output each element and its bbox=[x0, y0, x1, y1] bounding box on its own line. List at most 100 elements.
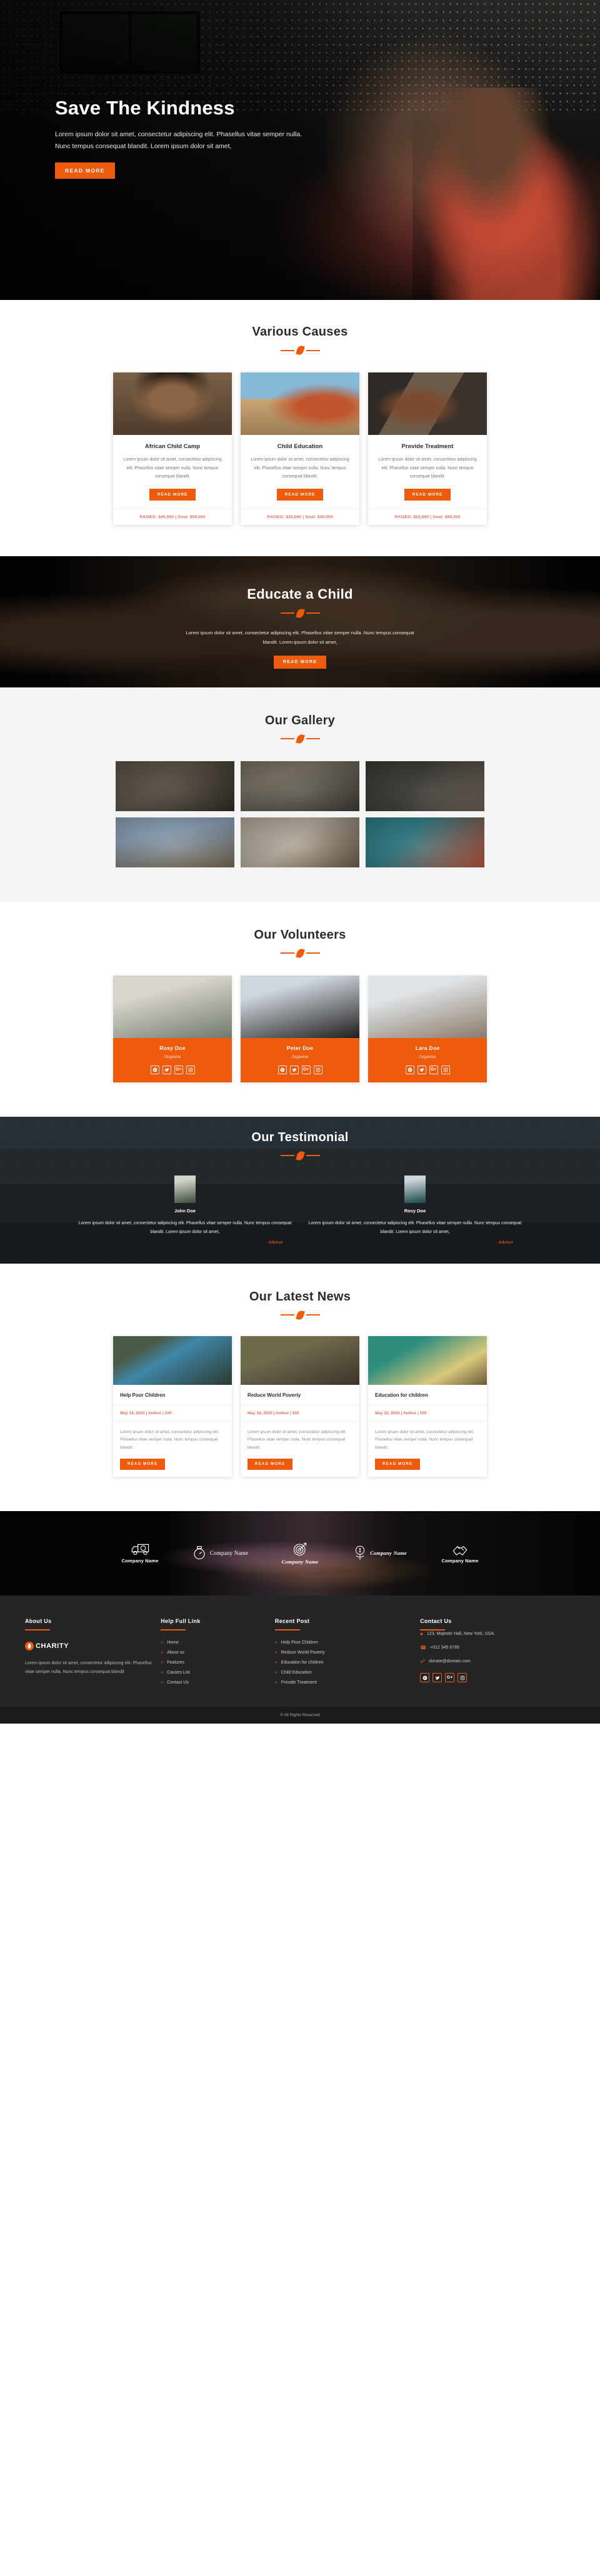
facebook-icon[interactable] bbox=[150, 1065, 159, 1074]
gallery-image[interactable] bbox=[241, 761, 359, 811]
brands-list: Company Name Company Name Company Name C… bbox=[0, 1511, 600, 1595]
footer-email[interactable]: ☍ donate@domain.com bbox=[420, 1658, 575, 1666]
volunteer-card[interactable]: Lara Doe Organise G+ bbox=[368, 975, 487, 1082]
footer-post-reduce-world-poverty[interactable]: » Reduce World Poverty bbox=[275, 1650, 411, 1655]
brand-logo[interactable]: Company Name bbox=[422, 1542, 498, 1564]
instagram-icon[interactable] bbox=[441, 1065, 450, 1074]
gallery-grid bbox=[0, 761, 600, 867]
cause-read-more-button[interactable]: READ MORE bbox=[276, 488, 324, 501]
cause-card[interactable]: African Child Camp Lorem ipsum dolor sit… bbox=[113, 372, 232, 525]
testimonial-title: Our Testimonial bbox=[251, 1130, 349, 1144]
brand-logo[interactable]: Company Name bbox=[262, 1542, 338, 1565]
twitter-icon[interactable] bbox=[289, 1065, 299, 1074]
cause-card[interactable]: Provide Treatment Lorem ipsum dolor sit … bbox=[368, 372, 487, 525]
divider-bar-left bbox=[280, 952, 294, 954]
volunteer-card[interactable]: Rosy Doe Organise G+ bbox=[113, 975, 232, 1082]
leaf-icon bbox=[295, 607, 305, 619]
footer-link-features[interactable]: » Features bbox=[161, 1660, 266, 1665]
cause-read-more-button[interactable]: READ MORE bbox=[149, 488, 196, 501]
instagram-icon[interactable] bbox=[313, 1065, 322, 1074]
google-plus-icon[interactable]: G+ bbox=[429, 1065, 438, 1074]
testimonial-text: Lorem ipsum dolor sit amet, consectetur … bbox=[308, 1221, 522, 1234]
footer-post-education-for-children[interactable]: » Education for children bbox=[275, 1660, 411, 1665]
leaf-icon bbox=[295, 947, 305, 959]
news-card[interactable]: Education for children May 22, 2020 | Au… bbox=[368, 1335, 487, 1477]
footer-link-causes-list[interactable]: » Causes List bbox=[161, 1670, 266, 1675]
volunteer-name: Rosy Doe bbox=[159, 1044, 186, 1051]
footer-link-home[interactable]: » Home bbox=[161, 1640, 266, 1645]
footer-brand-logo[interactable]: CHARITY bbox=[25, 1641, 152, 1650]
footer-social-links: G+ bbox=[420, 1673, 575, 1683]
volunteer-info: Peter Doe Organise G+ bbox=[241, 1037, 359, 1082]
divider-bar-left bbox=[280, 1314, 294, 1316]
twitter-icon[interactable] bbox=[162, 1065, 171, 1074]
cause-read-more-button[interactable]: READ MORE bbox=[404, 488, 451, 501]
twitter-icon[interactable] bbox=[432, 1673, 442, 1683]
heading-underline bbox=[274, 1629, 300, 1630]
chevron-right-icon: » bbox=[161, 1650, 164, 1655]
divider-bar-left bbox=[280, 349, 294, 351]
google-plus-icon[interactable]: G+ bbox=[301, 1065, 311, 1074]
cause-funding: RAISED: $50,000 | Goal: $90,000 bbox=[368, 508, 487, 525]
footer-post-help-poor-children[interactable]: » Help Poor Children bbox=[275, 1640, 411, 1645]
section-divider bbox=[0, 1150, 600, 1162]
gallery-image[interactable] bbox=[116, 761, 234, 811]
testimonial-heading: Our Testimonial bbox=[0, 1130, 600, 1162]
link-label: Contact Us bbox=[167, 1680, 189, 1685]
news-description: Lorem ipsum dolor sit amet, consectetur … bbox=[120, 1429, 219, 1450]
footer-post-child-education[interactable]: » Child Education bbox=[275, 1670, 411, 1675]
news-list: Help Poor Children May 14, 2020 | Author… bbox=[0, 1335, 600, 1477]
twitter-icon[interactable] bbox=[417, 1065, 426, 1074]
volunteer-name: Lara Doe bbox=[415, 1044, 440, 1051]
divider-bar-left bbox=[280, 738, 294, 740]
google-plus-icon[interactable]: G+ bbox=[174, 1065, 183, 1074]
cause-card[interactable]: Child Education Lorem ipsum dolor sit am… bbox=[241, 372, 359, 525]
facebook-icon[interactable] bbox=[278, 1065, 287, 1074]
brand-logo[interactable]: Company Name bbox=[102, 1542, 178, 1564]
testimonial-list: John Doe Lorem ipsum dolor sit amet, con… bbox=[0, 1175, 600, 1245]
brand-logo[interactable]: Company Name bbox=[182, 1545, 258, 1560]
gallery-image[interactable] bbox=[116, 817, 234, 867]
facebook-icon[interactable] bbox=[405, 1065, 414, 1074]
educate-read-more-button[interactable]: READ MORE bbox=[273, 655, 327, 669]
footer-link-about-us[interactable]: » About us bbox=[161, 1650, 266, 1655]
cause-description: Lorem ipsum dolor sit amet, consectetur … bbox=[123, 457, 222, 479]
volunteer-card[interactable]: Peter Doe Organise G+ bbox=[241, 975, 359, 1082]
facebook-icon[interactable] bbox=[420, 1673, 430, 1683]
google-plus-icon[interactable]: G+ bbox=[445, 1673, 455, 1683]
footer-about-heading: About Us bbox=[25, 1617, 52, 1624]
chevron-right-icon: » bbox=[161, 1660, 164, 1665]
footer-contact-column: Contact Us ● 123, Majestic Hall, New Yor… bbox=[420, 1618, 575, 1690]
instagram-icon[interactable] bbox=[458, 1673, 468, 1683]
target-arrow-icon bbox=[293, 1542, 307, 1555]
news-read-more-button[interactable]: READ MORE bbox=[248, 1458, 293, 1470]
gallery-image[interactable] bbox=[366, 761, 484, 811]
news-meta: May 18, 2020 | Author | 100 bbox=[241, 1404, 359, 1422]
news-card[interactable]: Help Poor Children May 14, 2020 | Author… bbox=[113, 1335, 232, 1477]
gallery-image[interactable] bbox=[366, 817, 484, 867]
gallery-image[interactable] bbox=[241, 817, 359, 867]
news-read-more-button[interactable]: READ MORE bbox=[375, 1458, 421, 1470]
location-pin-icon: ● bbox=[420, 1630, 423, 1637]
footer-help-links: » Home » About us » Features » Causes List »… bbox=[161, 1640, 266, 1685]
footer-phone[interactable]: ☎ +012 345 6789 bbox=[420, 1644, 575, 1652]
phone-icon: ☎ bbox=[420, 1644, 427, 1650]
volunteer-social-links: G+ bbox=[241, 1065, 359, 1074]
news-read-more-button[interactable]: READ MORE bbox=[120, 1458, 166, 1470]
footer-post-provide-treatment[interactable]: » Provide Treatment bbox=[275, 1680, 411, 1685]
instagram-icon[interactable] bbox=[186, 1065, 195, 1074]
footer-link-contact-us[interactable]: » Contact Us bbox=[161, 1680, 266, 1685]
hero-subtitle: Lorem ipsum dolor sit amet, consectetur … bbox=[55, 130, 302, 151]
cause-funding: RAISED: $30,000 | Goal: $40,000 bbox=[241, 508, 359, 525]
chevron-right-icon: » bbox=[161, 1640, 164, 1645]
cause-description: Lorem ipsum dolor sit amet, consectetur … bbox=[251, 457, 349, 479]
brand-logo[interactable]: Company Name bbox=[342, 1545, 418, 1561]
hero-read-more-button[interactable]: READ MORE bbox=[55, 162, 115, 179]
educate-title: Educate a Child bbox=[247, 586, 353, 602]
divider-bar-left bbox=[280, 612, 294, 614]
link-label: Help Poor Children bbox=[281, 1640, 318, 1645]
volunteers-heading: Our Volunteers bbox=[0, 927, 600, 959]
causes-section: Various Causes African Child Camp Lorem … bbox=[0, 300, 600, 556]
news-card[interactable]: Reduce World Poverty May 18, 2020 | Auth… bbox=[241, 1335, 359, 1477]
volunteers-title: Our Volunteers bbox=[254, 927, 346, 942]
